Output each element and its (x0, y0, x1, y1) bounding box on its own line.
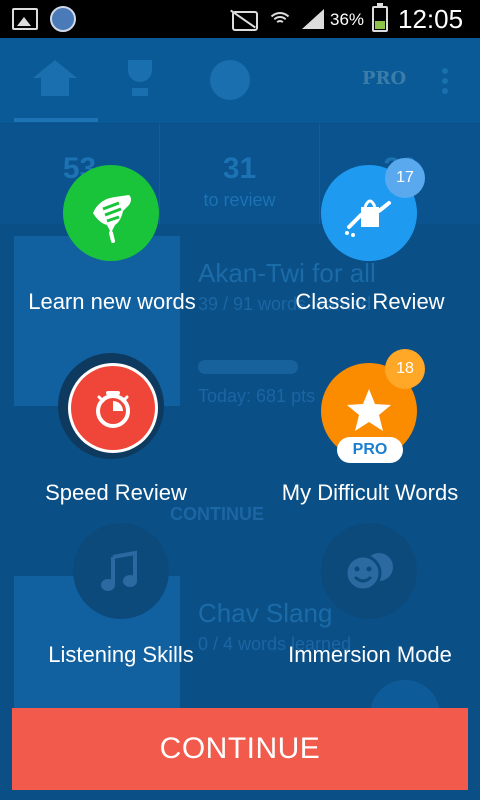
learn-new-words-label: Learn new words (28, 289, 196, 314)
speed-review-button[interactable] (68, 363, 158, 453)
course-today-points: Today: 681 pts (198, 386, 316, 406)
home-icon[interactable] (33, 60, 77, 98)
immersion-mode-button[interactable] (321, 523, 417, 619)
course-title: Akan-Twi for all (198, 258, 376, 288)
trophy-icon[interactable] (120, 60, 160, 98)
overflow-menu-icon[interactable] (442, 68, 448, 94)
difficult-words-badge: 18 (385, 349, 425, 389)
battery-icon (372, 3, 388, 32)
pro-badge: PRO (337, 437, 403, 463)
signal-icon (302, 9, 324, 29)
app-notification-icon (50, 6, 76, 32)
classic-review-label: Classic Review (295, 289, 445, 314)
active-tab-indicator (14, 118, 98, 122)
faces-icon (344, 553, 393, 592)
classic-review-badge: 17 (385, 158, 425, 198)
continue-button[interactable]: CONTINUE (12, 708, 468, 790)
app-header: PRO (0, 38, 480, 123)
stat-number: 31 (222, 152, 257, 185)
course-title: Chav Slang (198, 598, 333, 628)
status-icons (228, 8, 324, 31)
pro-label[interactable]: PRO (362, 68, 406, 89)
stat-to-review: 31 to review (160, 124, 320, 224)
speed-review-label: Speed Review (45, 480, 187, 505)
status-bar: 36% 12:05 (0, 0, 480, 38)
listening-skills-button[interactable] (73, 523, 169, 619)
course-continue-link[interactable]: CONTINUE (170, 504, 264, 525)
image-icon (12, 8, 38, 30)
music-note-icon (101, 550, 137, 591)
listening-skills-label: Listening Skills (48, 642, 194, 667)
battery-percent: 36% (330, 10, 365, 29)
stopwatch-icon (68, 363, 158, 453)
learn-new-words-button[interactable] (63, 165, 159, 261)
immersion-mode-label: Immersion Mode (288, 642, 452, 667)
course-progress-bar (198, 360, 298, 374)
hand-sprout-icon (63, 165, 159, 261)
battery-level (375, 21, 385, 29)
stat-label: to review (203, 190, 276, 210)
profile-icon[interactable] (210, 60, 250, 100)
wifi-icon (266, 8, 294, 30)
mute-icon (228, 9, 258, 31)
clock: 12:05 (398, 4, 464, 34)
difficult-words-label: My Difficult Words (281, 480, 459, 505)
